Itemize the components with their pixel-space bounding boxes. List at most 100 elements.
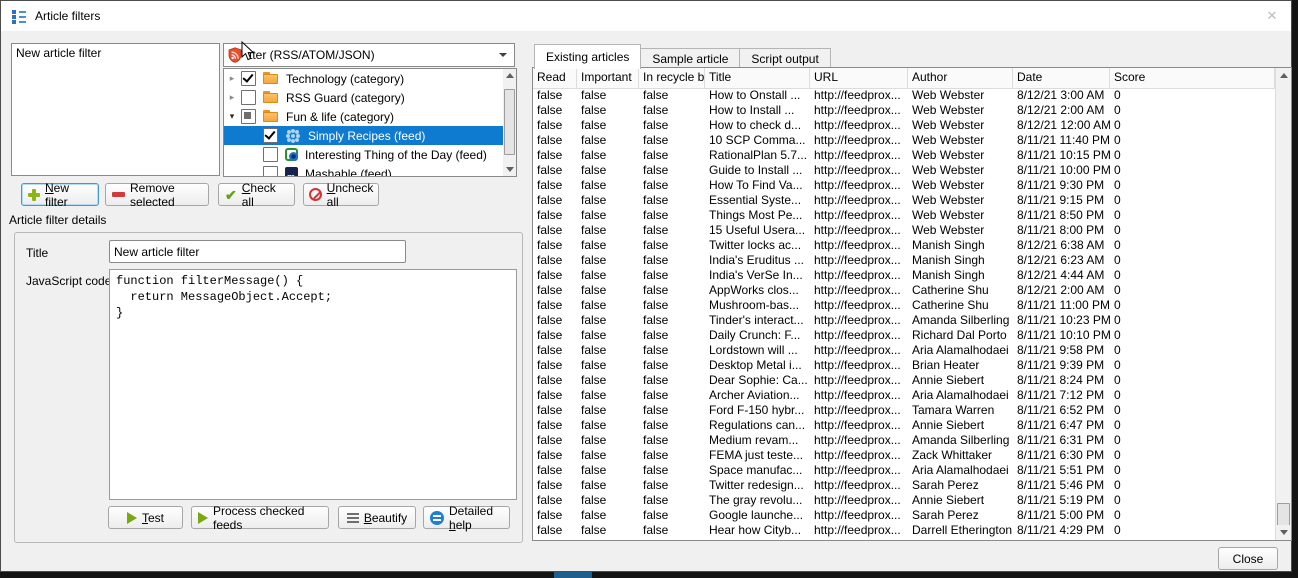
table-row[interactable]: falsefalsefalseGuide to Install ...http:… (533, 163, 1275, 178)
table-row[interactable]: falsefalsefalseTinder's interact...http:… (533, 313, 1275, 328)
table-row[interactable]: falsefalsefalseIndia's VerSe In...http:/… (533, 268, 1275, 283)
table-cell: http://feedprox... (810, 403, 908, 418)
table-row[interactable]: falsefalsefalseDaily Crunch: F...http://… (533, 328, 1275, 343)
tree-row[interactable]: ▾Fun & life (category) (224, 107, 503, 126)
table-row[interactable]: falsefalsefalseFEMA just teste...http://… (533, 448, 1275, 463)
scroll-down-icon[interactable] (1276, 525, 1291, 540)
new-filter-button[interactable]: New filter (21, 183, 99, 206)
javascript-code-editor[interactable]: function filterMessage() { return Messag… (109, 269, 517, 500)
table-row[interactable]: falsefalsefalseHear how Cityb...http://f… (533, 523, 1275, 538)
table-cell: Sarah Perez (908, 478, 1013, 493)
tree-item-label: Mashable (feed) (305, 167, 392, 178)
scroll-up-icon[interactable] (503, 69, 516, 82)
column-header[interactable]: Read (533, 68, 577, 88)
table-row[interactable]: falsefalsefalseArcher Aviation...http://… (533, 388, 1275, 403)
table-row[interactable]: falsefalsefalseHow To Find Va...http://f… (533, 178, 1275, 193)
table-row[interactable]: falsefalsefalseHow to check d...http://f… (533, 118, 1275, 133)
table-row[interactable]: falsefalsefalseHow to Onstall ...http://… (533, 88, 1275, 103)
table-row[interactable]: falsefalsefalseGoogle launche...http://f… (533, 508, 1275, 523)
column-header[interactable]: Important (577, 68, 639, 88)
process-checked-feeds-button[interactable]: Process checked feeds (191, 506, 329, 529)
filter-list-item[interactable]: New article filter (12, 44, 219, 62)
detailed-help-button[interactable]: Detailed help (423, 506, 510, 529)
scroll-down-icon[interactable] (503, 163, 516, 176)
table-row[interactable]: falsefalsefalseTwitter locks ac...http:/… (533, 238, 1275, 253)
checkbox[interactable] (241, 71, 256, 86)
checkbox[interactable] (263, 128, 278, 143)
remove-selected-button[interactable]: Remove selected (105, 183, 209, 206)
table-cell: false (639, 298, 705, 313)
tree-row[interactable]: Mashable (feed) (224, 164, 503, 177)
table-row[interactable]: falsefalsefalseRegulations can...http://… (533, 418, 1275, 433)
title-label: Title (26, 246, 48, 260)
expander-icon[interactable]: ▸ (226, 92, 238, 103)
column-header[interactable]: Score (1110, 68, 1275, 88)
table-cell: false (533, 103, 577, 118)
table-row[interactable]: falsefalsefalseThe gray revolu...http://… (533, 493, 1275, 508)
table-row[interactable]: falsefalsefalseDear Sophie: Ca...http://… (533, 373, 1275, 388)
tree-scrollbar[interactable] (503, 69, 516, 176)
tree-row[interactable]: ▸RSS Guard (category) (224, 88, 503, 107)
chevron-down-icon (499, 53, 507, 57)
table-row[interactable]: falsefalsefalseMushroom-bas...http://fee… (533, 298, 1275, 313)
tree-scrollbar-thumb[interactable] (504, 89, 515, 155)
tree-item-label: Interesting Thing of the Day (feed) (305, 148, 487, 162)
column-header[interactable]: Author (908, 68, 1013, 88)
table-row[interactable]: falsefalsefalseDesktop Metal i...http://… (533, 358, 1275, 373)
table-cell: 8/12/21 6:38 AM (1013, 238, 1110, 253)
tab-existing-articles[interactable]: Existing articles (534, 44, 641, 69)
expander-icon[interactable]: ▾ (226, 111, 238, 122)
tab-script-output[interactable]: Script output (739, 48, 830, 69)
account-combobox[interactable]: tter (RSS/ATOM/JSON) (223, 43, 515, 67)
table-row[interactable]: falsefalsefalse15 Useful Usera...http://… (533, 223, 1275, 238)
checkbox[interactable] (241, 109, 256, 124)
table-scrollbar-thumb[interactable] (1277, 503, 1290, 526)
table-cell: 8/12/21 2:00 AM (1013, 283, 1110, 298)
table-row[interactable]: falsefalsefalseHow to Install ...http://… (533, 103, 1275, 118)
table-row[interactable]: falsefalsefalseTwitter redesign...http:/… (533, 478, 1275, 493)
table-row[interactable]: falsefalsefalseEssential Syste...http://… (533, 193, 1275, 208)
tab-sample-article[interactable]: Sample article (640, 48, 740, 69)
title-input[interactable]: New article filter (109, 240, 406, 263)
uncheck-all-button[interactable]: Uncheck all (303, 183, 379, 206)
tree-row[interactable]: ▸Technology (category) (224, 69, 503, 88)
checkbox[interactable] (263, 166, 278, 177)
expander-icon[interactable]: ▸ (226, 73, 238, 84)
table-row[interactable]: falsefalsefalseMedium revam...http://fee… (533, 433, 1275, 448)
table-row[interactable]: falsefalsefalseLordstown will ...http://… (533, 343, 1275, 358)
table-cell: http://feedprox... (810, 268, 908, 283)
table-cell: false (577, 418, 639, 433)
check-all-button[interactable]: ✔ Check all (218, 183, 295, 206)
table-cell: false (639, 133, 705, 148)
table-cell: false (577, 463, 639, 478)
close-icon[interactable]: ✕ (1263, 7, 1281, 25)
test-button[interactable]: Test (108, 506, 183, 529)
article-filters-list[interactable]: New article filter (11, 43, 220, 176)
table-row[interactable]: falsefalsefalseIndia's Eruditus ...http:… (533, 253, 1275, 268)
table-cell: false (639, 358, 705, 373)
table-scrollbar[interactable] (1275, 68, 1291, 540)
checkbox[interactable] (241, 90, 256, 105)
table-row[interactable]: falsefalsefalseFord F-150 hybr...http://… (533, 403, 1275, 418)
column-header[interactable]: URL (810, 68, 908, 88)
table-cell: Twitter locks ac... (705, 238, 810, 253)
tree-row[interactable]: Interesting Thing of the Day (feed) (224, 145, 503, 164)
table-row[interactable]: falsefalsefalseAppWorks clos...http://fe… (533, 283, 1275, 298)
table-cell: Guide to Install ... (705, 163, 810, 178)
table-row[interactable]: falsefalsefalseSpace manufac...http://fe… (533, 463, 1275, 478)
checkbox[interactable] (263, 147, 278, 162)
table-cell: 0 (1110, 283, 1275, 298)
table-cell: false (533, 313, 577, 328)
table-cell: Google launche... (705, 508, 810, 523)
close-button[interactable]: Close (1218, 547, 1278, 570)
table-cell: false (577, 193, 639, 208)
beautify-button[interactable]: Beautify (338, 506, 416, 529)
table-row[interactable]: falsefalsefalseRationalPlan 5.7...http:/… (533, 148, 1275, 163)
column-header[interactable]: In recycle bin (639, 68, 705, 88)
tree-row[interactable]: Simply Recipes (feed) (224, 126, 503, 145)
column-header[interactable]: Date (1013, 68, 1110, 88)
scroll-up-icon[interactable] (1276, 68, 1291, 83)
table-row[interactable]: falsefalsefalseThings Most Pe...http://f… (533, 208, 1275, 223)
column-header[interactable]: Title (705, 68, 810, 88)
table-row[interactable]: falsefalsefalse10 SCP Comma...http://fee… (533, 133, 1275, 148)
